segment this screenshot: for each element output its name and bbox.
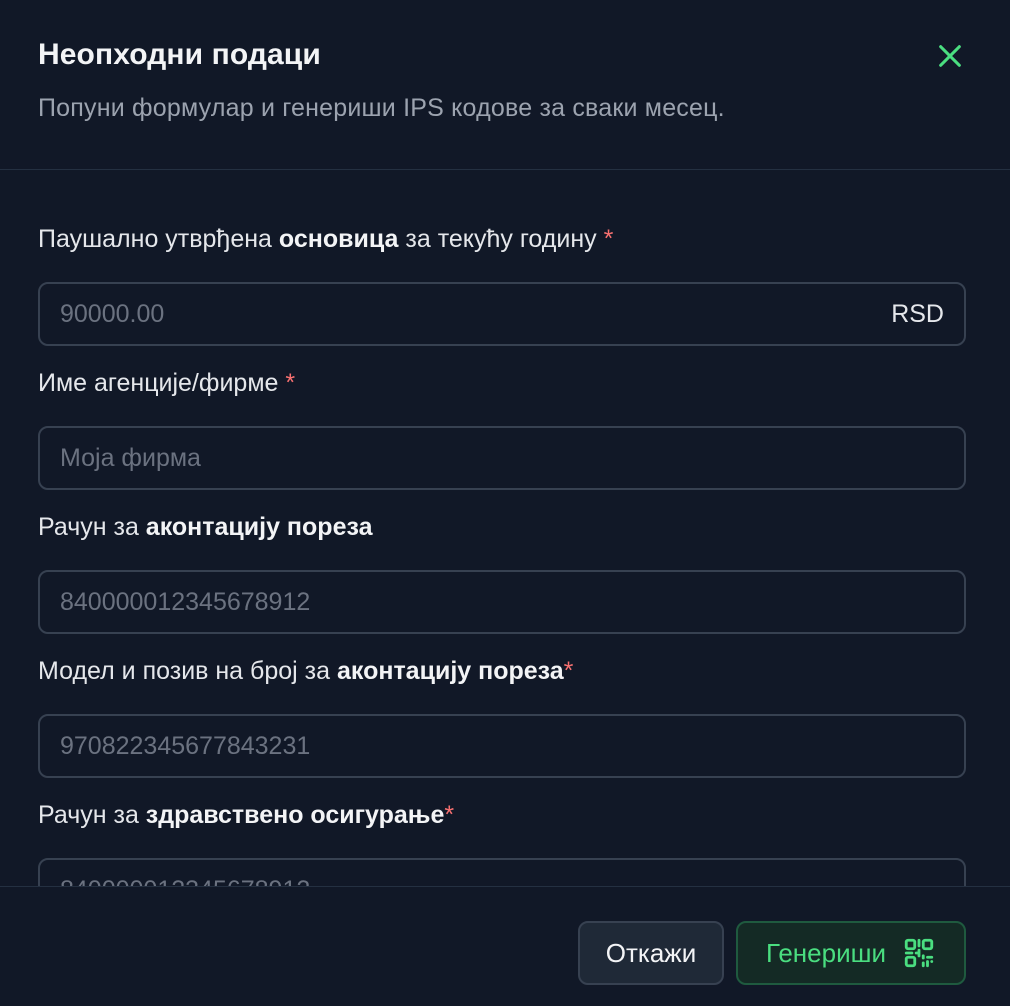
currency-suffix: RSD: [891, 300, 944, 328]
required-data-dialog: Неопходни подаци Попуни формулар и генер…: [0, 0, 1010, 1006]
generate-label: Генериши: [766, 937, 886, 968]
dialog-subtitle: Попуни формулар и генериши IPS кодове за…: [38, 94, 725, 122]
tax-account-input[interactable]: [40, 572, 964, 632]
company-name-input[interactable]: [40, 428, 964, 488]
company-label: Име агенције/фирме *: [38, 369, 296, 397]
field-base: Паушално утврђена основица за текућу год…: [38, 222, 966, 346]
base-input-wrapper: RSD: [38, 282, 966, 346]
close-icon: [939, 45, 961, 67]
health-account-label: Рачун за здравствено осигурање*: [38, 801, 455, 829]
tax-account-input-wrapper: [38, 570, 966, 634]
health-account-input[interactable]: [40, 860, 964, 886]
base-amount-input[interactable]: [40, 284, 964, 344]
health-account-input-wrapper: [38, 858, 966, 886]
field-health-account: Рачун за здравствено осигурање*: [38, 798, 966, 886]
field-tax-account: Рачун за аконтацију пореза: [38, 510, 966, 634]
tax-reference-input[interactable]: [40, 716, 964, 776]
field-company: Име агенције/фирме *: [38, 366, 966, 490]
qr-code-icon: [904, 938, 934, 968]
company-input-wrapper: [38, 426, 966, 490]
dialog-footer: Откажи Генериши: [0, 886, 1010, 1006]
form-body[interactable]: Паушално утврђена основица за текућу год…: [0, 171, 1010, 886]
dialog-title: Неопходни подаци: [38, 38, 321, 71]
required-mark: *: [563, 657, 574, 685]
required-mark: *: [285, 369, 296, 397]
base-label: Паушално утврђена основица за текућу год…: [38, 225, 614, 253]
close-button[interactable]: [930, 36, 970, 76]
tax-reference-label: Модел и позив на број за аконтацију поре…: [38, 657, 574, 685]
required-mark: *: [603, 225, 614, 253]
required-mark: *: [444, 801, 455, 829]
dialog-header: Неопходни подаци Попуни формулар и генер…: [0, 0, 1010, 170]
tax-account-label: Рачун за аконтацију пореза: [38, 513, 373, 541]
cancel-button[interactable]: Откажи: [578, 921, 724, 985]
field-tax-reference: Модел и позив на број за аконтацију поре…: [38, 654, 966, 778]
tax-reference-input-wrapper: [38, 714, 966, 778]
generate-button[interactable]: Генериши: [736, 921, 966, 985]
